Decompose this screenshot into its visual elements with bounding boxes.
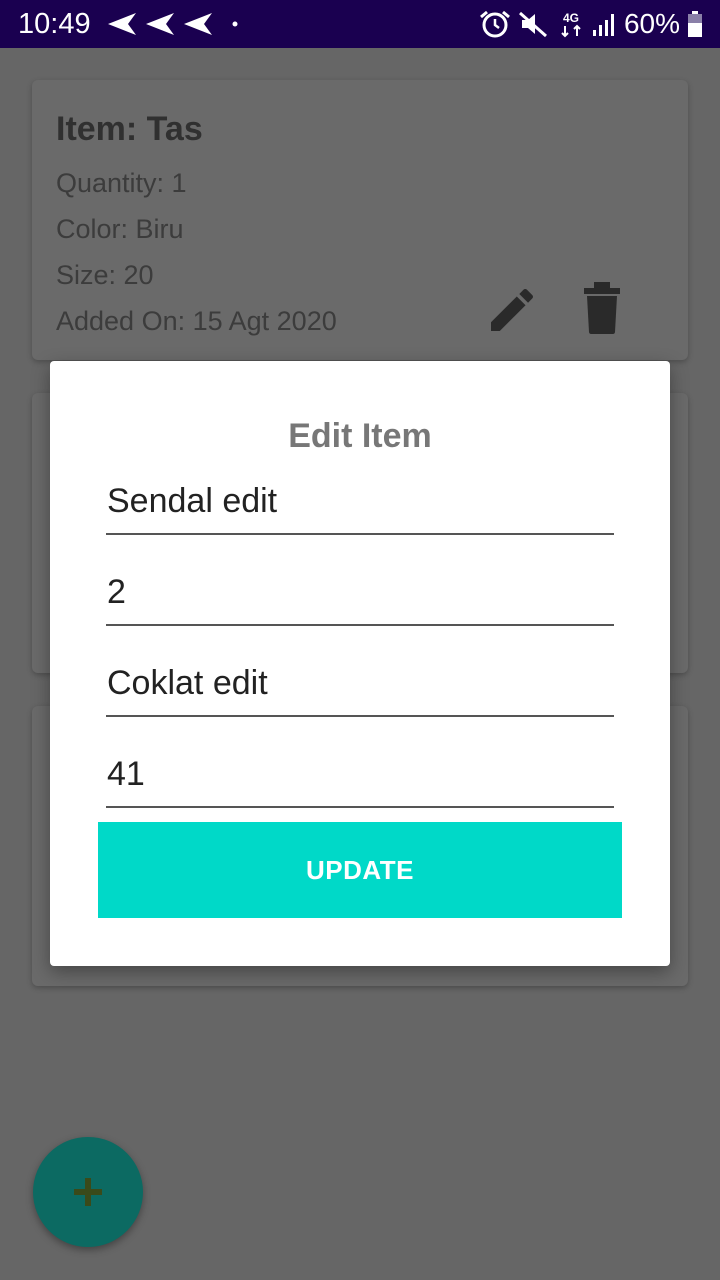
size-input[interactable]: 41 bbox=[106, 750, 614, 808]
item-title: Item: Tas bbox=[56, 110, 203, 148]
quantity-input[interactable]: 2 bbox=[106, 568, 614, 626]
battery-percent: 60% bbox=[623, 8, 680, 39]
mute-icon bbox=[518, 11, 547, 38]
item-added-on: Added On: 15 Agt 2020 bbox=[56, 306, 337, 336]
edit-icon[interactable] bbox=[484, 282, 540, 343]
signal-icon bbox=[592, 14, 614, 36]
dialog-title: Edit Item bbox=[288, 417, 432, 455]
battery-icon bbox=[688, 11, 702, 37]
alarm-icon bbox=[479, 10, 510, 38]
add-item-button[interactable] bbox=[33, 1137, 143, 1247]
item-color: Color: Biru bbox=[56, 214, 184, 244]
network-type-label: 4G bbox=[563, 11, 579, 25]
notification-icons bbox=[106, 9, 246, 44]
send-icon bbox=[108, 13, 136, 35]
send-icon bbox=[146, 13, 174, 35]
item-quantity: Quantity: 1 bbox=[56, 168, 187, 198]
item-card: Item: Tas Quantity: 1 Color: Biru Size: … bbox=[32, 80, 688, 360]
plus-icon bbox=[74, 1178, 102, 1206]
delete-icon[interactable] bbox=[582, 282, 622, 339]
item-size: Size: 20 bbox=[56, 260, 154, 290]
status-time: 10:49 bbox=[18, 8, 91, 40]
item-name-input[interactable]: Sendal edit bbox=[106, 477, 614, 535]
status-right: 4G 60% bbox=[478, 9, 704, 39]
dot-icon bbox=[232, 21, 238, 27]
color-input[interactable]: Coklat edit bbox=[106, 659, 614, 717]
network-4g-icon: 4G bbox=[561, 11, 581, 38]
edit-item-dialog: Edit Item Sendal edit 2 Coklat edit 41 U… bbox=[50, 361, 670, 966]
send-icon bbox=[184, 13, 212, 35]
status-bar: 10:49 4G 60% bbox=[0, 0, 720, 48]
update-button[interactable]: UPDATE bbox=[98, 822, 622, 918]
